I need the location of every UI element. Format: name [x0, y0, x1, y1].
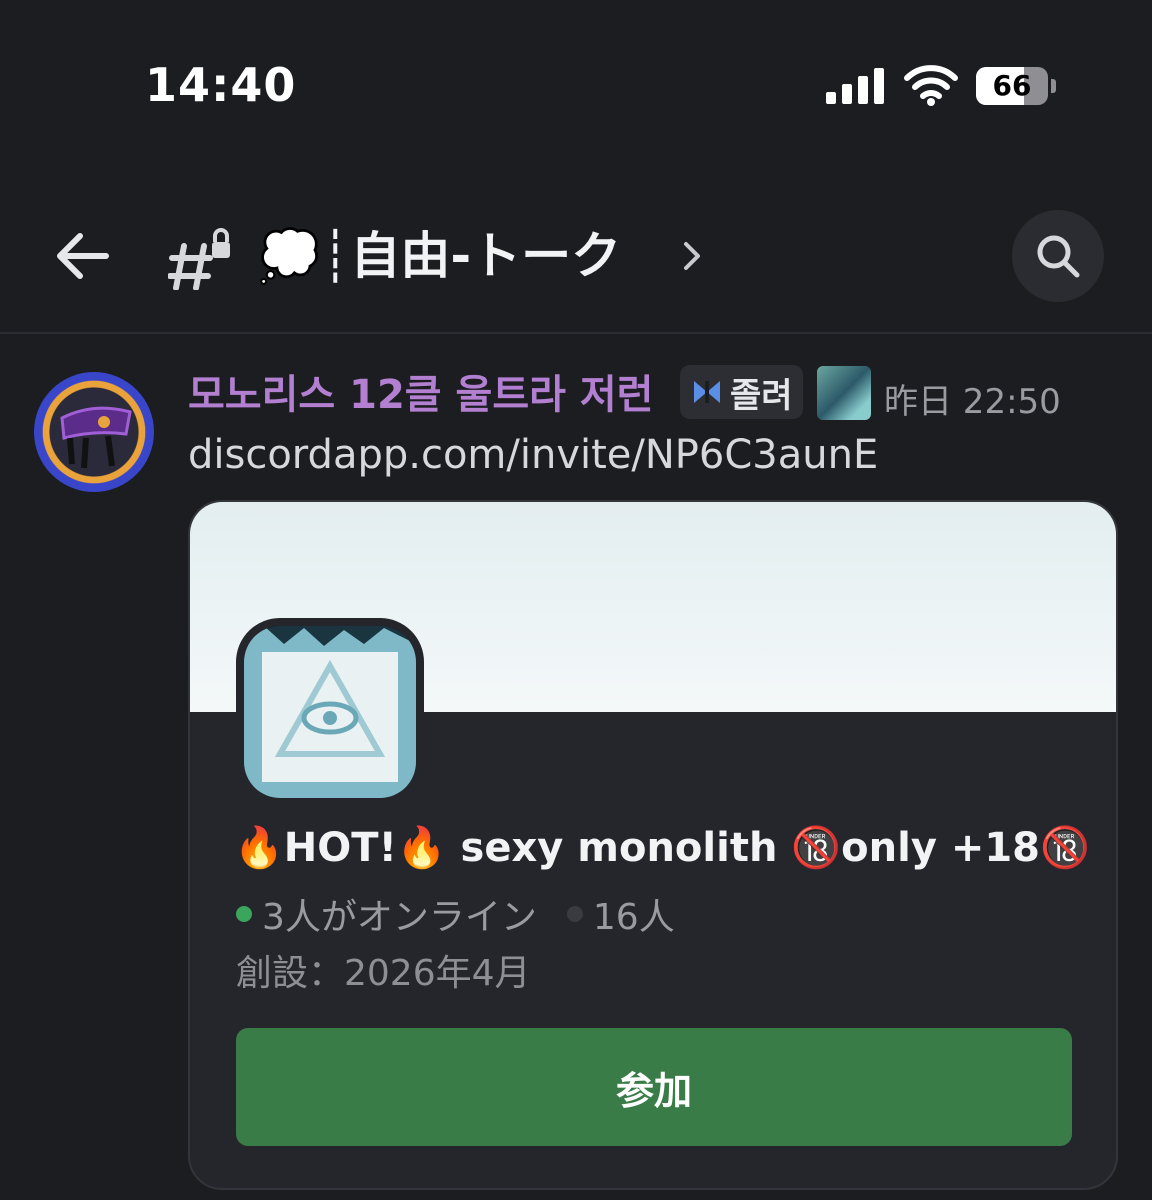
role-icon: [817, 366, 871, 420]
online-dot-icon: [236, 906, 252, 922]
server-invite-card: 🔥HOT!🔥 sexy monolith 🔞only +18🔞 3人がオンライン…: [188, 500, 1118, 1190]
message-author[interactable]: 모노리스 12클 울트라 저런: [188, 362, 653, 420]
status-bar: 14:40 66: [0, 0, 1152, 170]
back-arrow-icon[interactable]: [50, 224, 114, 288]
message-content[interactable]: discordapp.com/invite/NP6C3aunE: [188, 432, 878, 478]
join-button[interactable]: 参加: [236, 1028, 1072, 1146]
wifi-icon: [904, 65, 958, 106]
search-icon: [1037, 235, 1080, 278]
search-button[interactable]: [1012, 210, 1104, 302]
status-time: 14:40: [145, 58, 297, 112]
battery-percentage: 66: [992, 69, 1032, 102]
server-stats: 3人がオンライン 16人: [236, 888, 675, 940]
message-timestamp: 昨日 22:50: [884, 382, 1061, 422]
members-dot-icon: [566, 906, 583, 922]
server-founded: 創設：2026年4月: [236, 953, 531, 994]
battery-icon: 66: [976, 67, 1048, 105]
server-icon: [236, 618, 424, 806]
guild-tag[interactable]: 졸려: [680, 365, 803, 419]
chevron-right-icon[interactable]: [680, 236, 704, 276]
battery-tip: [1051, 79, 1056, 93]
butterfly-icon: [694, 381, 720, 403]
server-name: 🔥HOT!🔥 sexy monolith 🔞only +18🔞: [234, 825, 1090, 871]
channel-header: 💭┊自由-トーク: [0, 200, 1152, 334]
locked-channel-icon: [168, 228, 230, 290]
avatar[interactable]: [34, 372, 154, 492]
channel-name[interactable]: 💭┊自由-トーク: [258, 216, 621, 288]
online-count: 3人がオンライン: [262, 897, 537, 938]
cellular-signal-icon: [826, 68, 884, 104]
member-count: 16人: [592, 897, 675, 938]
guild-tag-label: 졸려: [730, 375, 793, 416]
